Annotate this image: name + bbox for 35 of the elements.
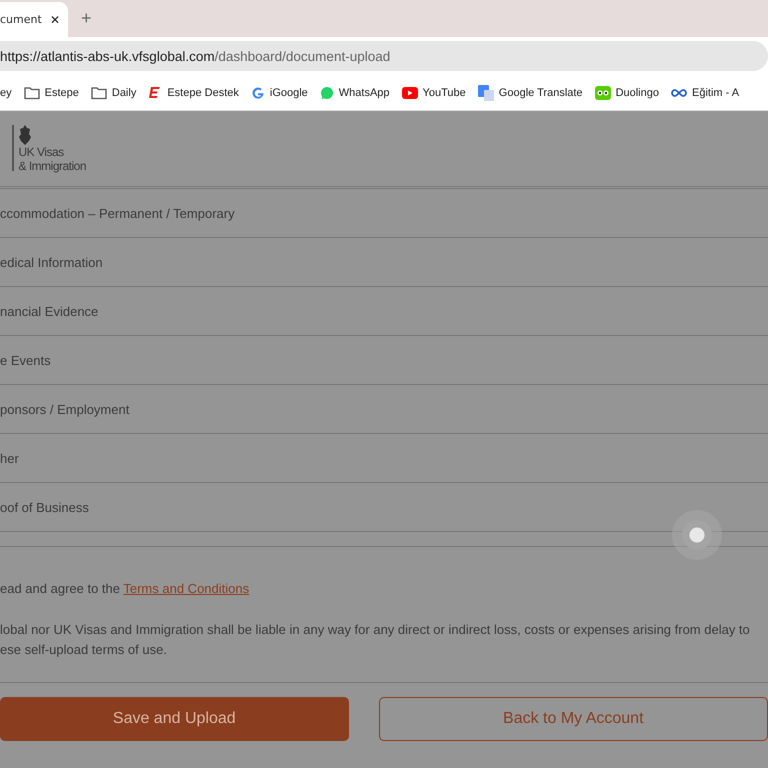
disclaimer-text: lobal nor UK Visas and Immigration shall be liable in any way for any direct or indirect loss, costs or expenses arising from delay to ese self-upload terms of use.	[0, 621, 751, 659]
bookmark[interactable]: Google Translate	[478, 84, 583, 100]
tab-title: cument	[0, 13, 42, 26]
accordion-item[interactable]: e Events	[0, 336, 768, 385]
accordion-item[interactable]: nancial Evidence	[0, 287, 768, 336]
owl-icon	[594, 86, 611, 100]
new-tab-button[interactable]: +	[81, 8, 92, 29]
address-bar[interactable]: https://atlantis-abs-uk.vfsglobal.com/dashboard/document-upload	[0, 41, 768, 71]
accordion-item[interactable]: ponsors / Employment	[0, 385, 768, 434]
close-icon[interactable]: ✕	[50, 12, 60, 26]
bookmark[interactable]: Estepe	[24, 86, 79, 100]
bookmark[interactable]: Estepe Destek	[148, 86, 239, 100]
bookmark[interactable]: WhatsApp	[320, 86, 390, 100]
translate-icon	[478, 84, 494, 100]
logo-text: UK Visas & Immigration	[18, 144, 86, 172]
save-upload-button[interactable]: Save and Upload	[0, 697, 349, 741]
chat-bubble-icon	[320, 86, 334, 100]
browser-tab[interactable]: cument ✕	[0, 2, 68, 37]
bookmark[interactable]: ey	[0, 86, 12, 98]
infinity-icon	[670, 88, 687, 98]
bookmark[interactable]: Eğitim - A	[670, 86, 740, 98]
play-icon	[402, 86, 418, 98]
crest-icon	[18, 124, 30, 144]
accordion-item[interactable]: edical Information	[0, 238, 768, 287]
folder-icon	[24, 86, 40, 100]
accordion-item[interactable]: ccommodation – Permanent / Temporary	[0, 189, 768, 238]
folder-icon	[90, 86, 107, 100]
bookmark[interactable]: Daily	[90, 86, 136, 100]
bookmark[interactable]: iGoogle	[250, 86, 308, 100]
accordion-item[interactable]: her	[0, 434, 768, 483]
letter-e-icon	[148, 86, 162, 100]
terms-text: ead and agree to the Terms and Conditions	[0, 581, 250, 596]
bookmark[interactable]: YouTube	[402, 86, 466, 98]
bookmark[interactable]: Duolingo	[594, 86, 659, 100]
g-logo-icon	[250, 86, 265, 100]
